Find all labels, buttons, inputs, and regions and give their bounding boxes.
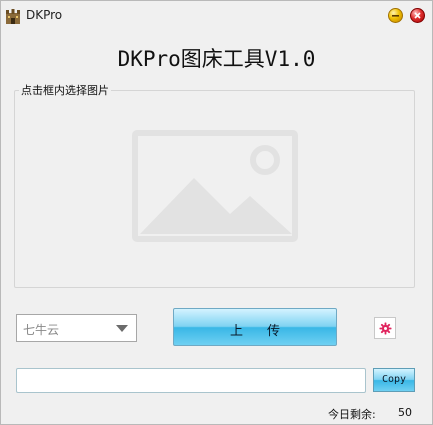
chevron-down-icon — [116, 325, 128, 332]
close-icon — [414, 12, 421, 19]
title-bar[interactable]: DKPro — [1, 1, 432, 30]
app-window: DKPro DKPro图床工具V1.0 点击框内选择图片 七牛云 上传 Copy… — [0, 0, 433, 425]
remaining-quota-value: 50 — [398, 406, 412, 419]
storage-provider-value: 七牛云 — [23, 323, 60, 337]
window-title: DKPro — [26, 8, 63, 22]
copy-button-label: Copy — [381, 374, 407, 385]
storage-provider-select[interactable]: 七牛云 — [16, 314, 137, 342]
upload-button-label: 上传 — [229, 324, 304, 339]
gear-icon — [379, 322, 392, 335]
app-heading: DKPro图床工具V1.0 — [117, 47, 316, 71]
image-url-field[interactable] — [16, 368, 366, 393]
image-area-legend: 点击框内选择图片 — [19, 82, 111, 98]
copy-button[interactable]: Copy — [373, 368, 415, 392]
upload-button[interactable]: 上传 — [173, 308, 337, 346]
castle-icon — [6, 9, 20, 24]
remaining-quota-label: 今日剩余: — [328, 408, 376, 421]
minimize-icon — [392, 15, 399, 17]
minimize-button[interactable] — [388, 8, 403, 23]
image-placeholder-icon[interactable] — [132, 130, 298, 242]
settings-button[interactable] — [374, 317, 396, 339]
close-button[interactable] — [410, 8, 425, 23]
